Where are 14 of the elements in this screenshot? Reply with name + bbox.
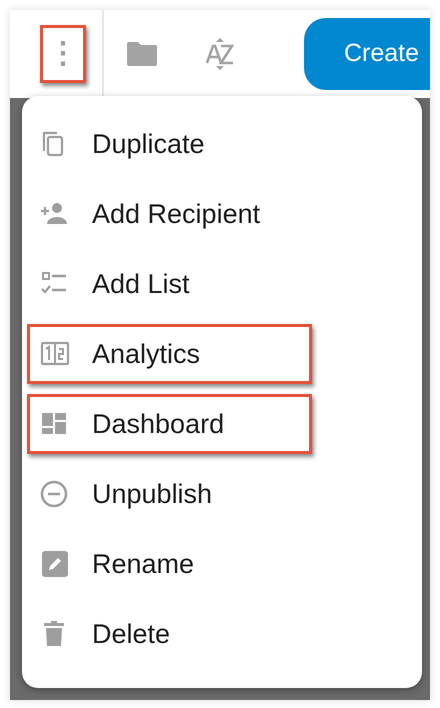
sort-icon[interactable] [206,38,234,70]
menu-item[interactable]: Duplicate [27,114,312,174]
number-panel-icon [40,340,70,368]
folder-icon[interactable] [126,41,158,67]
pencil-icon [40,550,70,578]
menu-item[interactable]: Delete [27,604,312,664]
menu-item[interactable]: Dashboard [27,394,312,454]
menu-item[interactable]: Rename [27,534,312,594]
minus-circle-icon [40,480,70,508]
menu-item[interactable]: Add Recipient [27,184,312,244]
menu-item[interactable]: Analytics [27,324,312,384]
create-button[interactable]: Create [304,18,430,90]
menu-item[interactable]: Unpublish [27,464,312,524]
menu-item[interactable]: Add List [27,254,312,314]
